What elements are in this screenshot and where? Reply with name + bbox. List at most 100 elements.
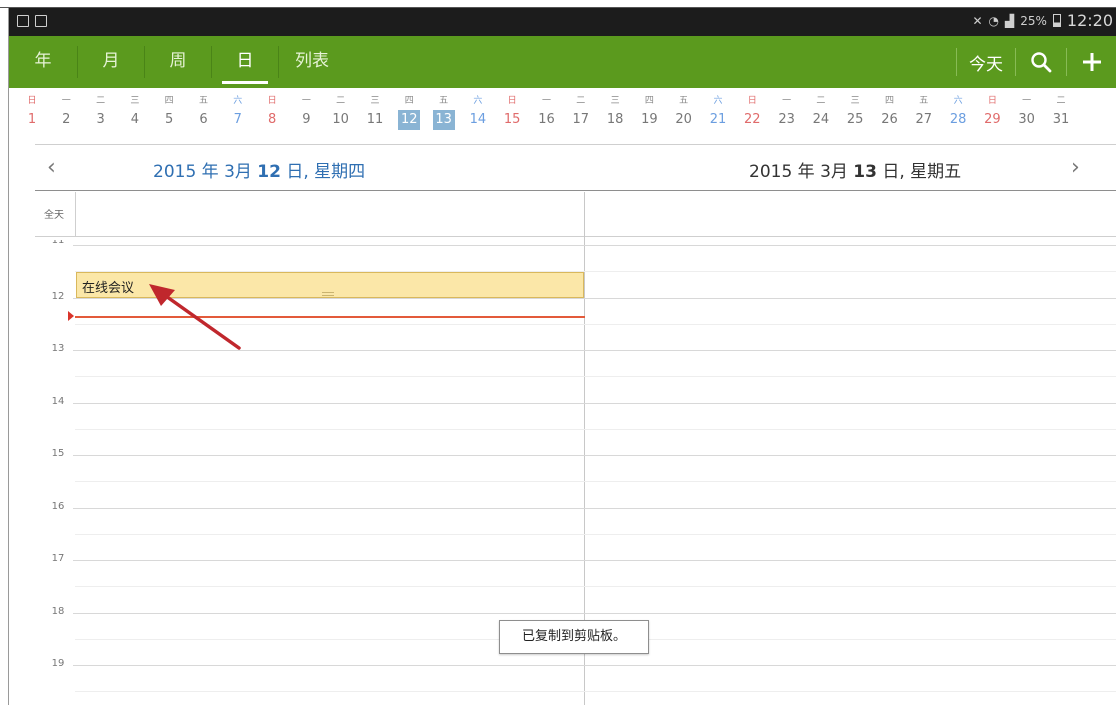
date-strip-day[interactable]: 六 14 bbox=[467, 94, 489, 130]
date-strip-day[interactable]: 六 28 bbox=[947, 94, 969, 130]
date-strip-day[interactable]: 日8 bbox=[261, 94, 283, 130]
date-strip-number: 2 bbox=[62, 112, 71, 127]
date-strip-day[interactable]: 一 23 bbox=[776, 94, 798, 130]
date-strip-weekday: 一 bbox=[541, 96, 551, 106]
date-strip-weekday: 一 bbox=[782, 96, 792, 106]
date-strip-day[interactable]: 一 30 bbox=[1016, 94, 1038, 130]
tab-week[interactable]: 周 bbox=[145, 36, 211, 88]
hour-label: 17 bbox=[51, 553, 65, 564]
event-title: 在线会议 bbox=[82, 281, 135, 296]
date-strip-day[interactable]: 四 12 bbox=[398, 94, 421, 130]
day-title-right-suffix: 日, 星期五 bbox=[876, 162, 962, 182]
hour-line bbox=[73, 245, 1116, 246]
action-buttons: 今天 bbox=[956, 36, 1116, 88]
signal-icon: ▟ bbox=[1004, 13, 1015, 28]
date-strip-number: 12 bbox=[398, 110, 421, 130]
date-strip-day[interactable]: 五 13 bbox=[432, 94, 455, 130]
date-strip-day[interactable]: 二 10 bbox=[330, 94, 352, 130]
date-strip-day[interactable]: 一2 bbox=[55, 94, 77, 130]
hour-label: 14 bbox=[51, 395, 65, 407]
date-strip-number: 1 bbox=[27, 112, 37, 127]
add-event-button[interactable] bbox=[1067, 36, 1116, 88]
date-strip-weekday: 六 bbox=[713, 96, 723, 106]
date-strip-weekday: 六 bbox=[233, 96, 243, 106]
half-hour-line bbox=[75, 376, 1116, 378]
hour-line bbox=[73, 560, 1116, 561]
date-strip-day[interactable]: 一 16 bbox=[536, 94, 558, 130]
date-strip-day[interactable]: 二 31 bbox=[1050, 94, 1072, 130]
screenshot-notification-icon bbox=[17, 15, 29, 27]
page-top-border bbox=[0, 0, 1116, 8]
date-strip-day[interactable]: 二 24 bbox=[810, 94, 832, 130]
date-strip-day[interactable]: 四 26 bbox=[879, 94, 901, 130]
date-strip-day[interactable]: 二 17 bbox=[570, 94, 592, 130]
app-window: ✕ ◔ ▟ 25% 12:20 年 月 周 日 列表 今天 日 1 一 2 二 … bbox=[8, 8, 1116, 705]
tab-year-label: 年 bbox=[34, 51, 52, 71]
date-strip-day[interactable]: 三 11 bbox=[364, 94, 386, 130]
date-strip-weekday: 五 bbox=[198, 96, 208, 106]
tab-month[interactable]: 月 bbox=[78, 36, 144, 88]
date-strip-day[interactable]: 三4 bbox=[124, 94, 146, 130]
date-strip-day[interactable]: 二3 bbox=[90, 94, 112, 130]
date-strip-weekday: 二 bbox=[576, 96, 586, 106]
date-strip-day[interactable]: 一9 bbox=[295, 94, 317, 130]
date-strip-day[interactable]: 三 25 bbox=[844, 94, 866, 130]
day-title-left: 2015 年 3月 12 日, 星期四 bbox=[153, 157, 365, 182]
date-strip-day[interactable]: 日 15 bbox=[501, 94, 523, 130]
date-strip-number: 11 bbox=[366, 112, 384, 127]
previous-day-button[interactable]: ‹ bbox=[47, 155, 56, 180]
annotation-arrow-icon bbox=[149, 284, 241, 350]
date-strip-weekday: 一 bbox=[1022, 96, 1032, 106]
document-notification-icon bbox=[35, 15, 47, 27]
date-strip-number: 23 bbox=[778, 112, 795, 127]
current-time-marker bbox=[68, 311, 74, 321]
tab-list[interactable]: 列表 bbox=[279, 36, 345, 88]
date-strip-day[interactable]: 六 21 bbox=[707, 94, 729, 130]
date-strip-weekday: 四 bbox=[164, 96, 174, 106]
date-strip-day[interactable]: 日 22 bbox=[741, 94, 763, 130]
date-strip-day[interactable]: 五6 bbox=[193, 94, 215, 130]
hour-line bbox=[73, 612, 1116, 614]
date-strip-weekday: 二 bbox=[96, 96, 106, 106]
date-strip-number: 24 bbox=[812, 112, 830, 127]
date-strip-day[interactable]: 三 18 bbox=[604, 94, 626, 130]
day-title-right-day: 13 bbox=[853, 162, 877, 182]
today-button[interactable]: 今天 bbox=[957, 50, 1015, 75]
next-day-button[interactable]: › bbox=[1071, 155, 1080, 180]
hour-label: 16 bbox=[51, 500, 65, 512]
mute-icon: ✕ bbox=[972, 13, 983, 28]
date-strip-number: 5 bbox=[165, 112, 174, 127]
day-header: ‹ 2015 年 3月 12 日, 星期四 2015 年 3月 13 日, 星期… bbox=[35, 144, 1116, 191]
half-hour-line bbox=[75, 533, 1116, 535]
event-resize-handle[interactable] bbox=[322, 292, 334, 296]
date-strip-weekday: 六 bbox=[953, 96, 963, 106]
date-strip-number: 30 bbox=[1018, 112, 1035, 127]
all-day-divider bbox=[75, 192, 76, 237]
date-strip-day[interactable]: 六7 bbox=[227, 94, 249, 130]
hour-line bbox=[73, 665, 1116, 666]
date-strip-day[interactable]: 四 19 bbox=[638, 94, 660, 130]
date-strip-day[interactable]: 日1 bbox=[21, 94, 43, 130]
date-strip-weekday: 三 bbox=[130, 96, 140, 106]
date-strip-day[interactable]: 五 20 bbox=[673, 94, 695, 130]
day-title-right-prefix: 2015 年 3月 bbox=[749, 162, 854, 182]
tab-day[interactable]: 日 bbox=[212, 36, 278, 88]
tab-year[interactable]: 年 bbox=[9, 36, 77, 88]
date-strip-day[interactable]: 四5 bbox=[158, 94, 180, 130]
date-strip-number: 9 bbox=[302, 112, 311, 127]
search-button[interactable] bbox=[1016, 36, 1066, 88]
half-hour-line bbox=[75, 428, 1116, 430]
date-strip-day[interactable]: 五 27 bbox=[913, 94, 935, 130]
all-day-row[interactable]: 全天 bbox=[35, 192, 1116, 237]
date-strip-weekday: 二 bbox=[816, 96, 826, 106]
date-strip-number: 25 bbox=[846, 112, 864, 127]
hour-line bbox=[73, 507, 1116, 509]
date-strip-weekday: 二 bbox=[336, 96, 346, 106]
hour-label: 19 bbox=[51, 658, 65, 669]
date-strip-day[interactable]: 日 29 bbox=[981, 94, 1003, 130]
date-strip-number: 21 bbox=[709, 112, 727, 127]
date-strip-weekday: 日 bbox=[747, 96, 757, 106]
all-day-label: 全天 bbox=[44, 210, 64, 221]
date-strip-number: 22 bbox=[744, 112, 761, 127]
tab-list-label: 列表 bbox=[295, 51, 329, 71]
